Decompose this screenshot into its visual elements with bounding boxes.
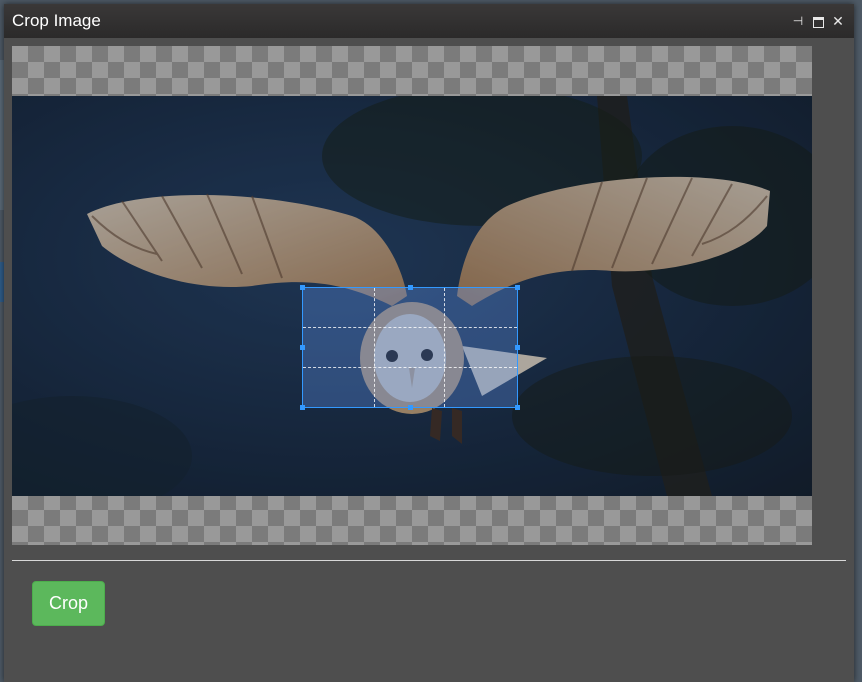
crop-guide-vertical [444,288,446,407]
crop-guide-vertical [373,288,375,407]
dialog-title: Crop Image [12,11,101,30]
crop-handle-n[interactable] [408,285,413,290]
crop-handle-e[interactable] [515,345,520,350]
crop-guide-horizontal [303,366,517,368]
crop-handle-nw[interactable] [300,285,305,290]
crop-handle-se[interactable] [515,405,520,410]
footer-divider [12,560,846,561]
close-icon[interactable]: ✕ [830,13,846,29]
maximize-icon[interactable] [810,13,826,29]
crop-canvas[interactable] [12,46,812,545]
crop-handle-ne[interactable] [515,285,520,290]
crop-button[interactable]: Crop [32,581,105,626]
crop-handle-w[interactable] [300,345,305,350]
crop-handle-sw[interactable] [300,405,305,410]
crop-selection[interactable] [300,285,520,410]
crop-image-dialog: Crop Image ⊣ ✕ Crop [4,4,854,682]
crop-handle-s[interactable] [408,405,413,410]
owl-photo [12,96,812,496]
dialog-titlebar[interactable]: Crop Image ⊣ ✕ [4,4,854,38]
crop-guide-horizontal [303,327,517,329]
pin-icon[interactable]: ⊣ [790,13,806,29]
